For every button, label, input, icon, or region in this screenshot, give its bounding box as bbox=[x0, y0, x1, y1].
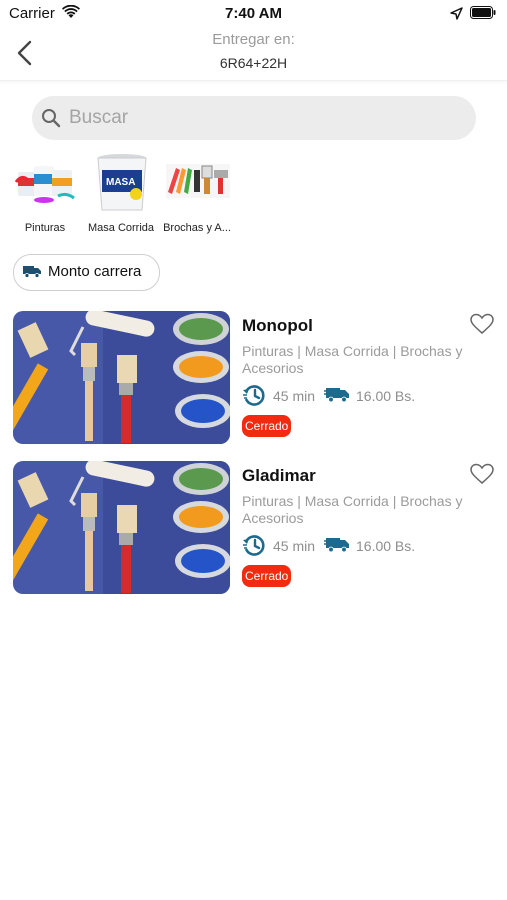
delivery-time-icon bbox=[243, 535, 265, 556]
delivery-truck-icon bbox=[324, 388, 349, 403]
store-card[interactable]: Gladimar Pinturas | Masa Corrida | Broch… bbox=[0, 461, 507, 599]
favorite-heart-icon[interactable] bbox=[470, 313, 494, 335]
category-masa-corrida[interactable]: MASA Masa Corrida bbox=[82, 150, 160, 240]
store-name: Monopol bbox=[242, 316, 313, 335]
search-icon bbox=[42, 109, 61, 128]
paint-cans-image bbox=[14, 166, 75, 203]
favorite-heart-icon[interactable] bbox=[470, 463, 494, 485]
putty-bucket-image: MASA bbox=[97, 154, 147, 211]
category-label: Pinturas bbox=[24, 222, 66, 234]
app-header: Entregar en: 6R64+22H bbox=[0, 28, 507, 81]
category-label: Masa Corrida bbox=[87, 222, 155, 234]
battery-icon bbox=[470, 6, 496, 19]
category-brochas[interactable]: Brochas y A... bbox=[158, 150, 236, 240]
status-bar: Carrier 7:40 AM bbox=[0, 0, 507, 28]
store-image bbox=[13, 461, 230, 594]
store-categories: Pinturas | Masa Corrida | Brochas y Aces… bbox=[242, 343, 463, 376]
clock: 7:40 AM bbox=[225, 5, 282, 22]
store-categories: Pinturas | Masa Corrida | Brochas y Aces… bbox=[242, 493, 463, 526]
delivery-address[interactable]: 6R64+22H bbox=[0, 55, 507, 71]
store-image bbox=[13, 311, 230, 444]
status-badge: Cerrado bbox=[242, 415, 292, 437]
status-badge: Cerrado bbox=[242, 565, 292, 587]
svg-text:MASA: MASA bbox=[106, 177, 135, 188]
search-bar[interactable] bbox=[32, 96, 476, 140]
delivery-truck-icon bbox=[23, 266, 41, 278]
delivery-time: 45 min bbox=[273, 538, 316, 554]
filter-label: Monto carrera bbox=[48, 263, 142, 280]
category-pinturas[interactable]: Pinturas bbox=[6, 150, 84, 240]
delivery-time: 45 min bbox=[273, 388, 316, 404]
brushes-image bbox=[166, 164, 230, 198]
delivery-time-icon bbox=[243, 385, 265, 406]
delivery-fee: 16.00 Bs. bbox=[356, 538, 416, 554]
location-arrow-icon bbox=[450, 7, 463, 20]
delivery-fee: 16.00 Bs. bbox=[356, 388, 416, 404]
delivery-title: Entregar en: bbox=[212, 31, 295, 48]
delivery-truck-icon bbox=[324, 538, 349, 553]
search-input[interactable] bbox=[69, 96, 459, 140]
store-card[interactable]: Monopol Pinturas | Masa Corrida | Brocha… bbox=[0, 311, 507, 449]
store-name: Gladimar bbox=[242, 466, 316, 485]
category-label: Brochas y A... bbox=[163, 222, 231, 234]
monto-carrera-filter[interactable]: Monto carrera bbox=[13, 254, 160, 291]
